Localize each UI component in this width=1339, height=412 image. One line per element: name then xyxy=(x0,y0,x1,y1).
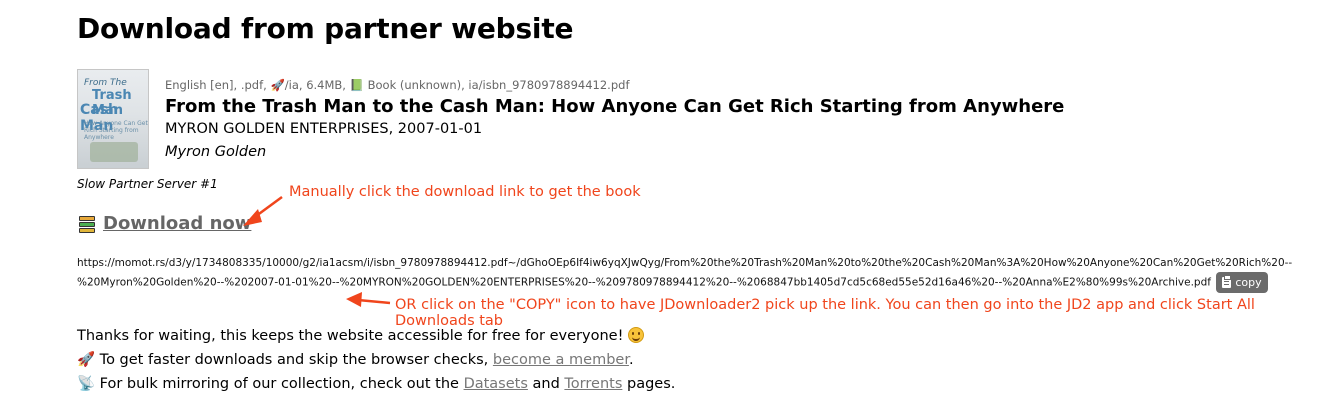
faster-downloads-line: 🚀 To get faster downloads and skip the b… xyxy=(77,351,634,368)
thanks-text: Thanks for waiting, this keeps the websi… xyxy=(77,328,624,344)
pages-text: pages. xyxy=(626,376,676,392)
arrow-head-1 xyxy=(243,209,262,226)
satellite-dish-icon: 📡 xyxy=(77,376,96,392)
datasets-link[interactable]: Datasets xyxy=(464,376,528,392)
rocket-icon: 🚀 xyxy=(77,352,96,368)
bulk-text: For bulk mirroring of our collection, ch… xyxy=(99,376,459,392)
smiley-icon xyxy=(628,327,644,343)
faster-text: To get faster downloads and skip the bro… xyxy=(99,352,489,368)
arrow-head-2 xyxy=(346,292,362,307)
and-text: and xyxy=(532,376,560,392)
become-member-link[interactable]: become a member xyxy=(493,352,629,368)
thanks-line: Thanks for waiting, this keeps the websi… xyxy=(77,327,644,344)
faster-post: . xyxy=(628,352,634,368)
bulk-mirroring-line: 📡 For bulk mirroring of our collection, … xyxy=(77,375,675,392)
arrow-line-2 xyxy=(357,298,391,305)
torrents-link[interactable]: Torrents xyxy=(564,376,622,392)
